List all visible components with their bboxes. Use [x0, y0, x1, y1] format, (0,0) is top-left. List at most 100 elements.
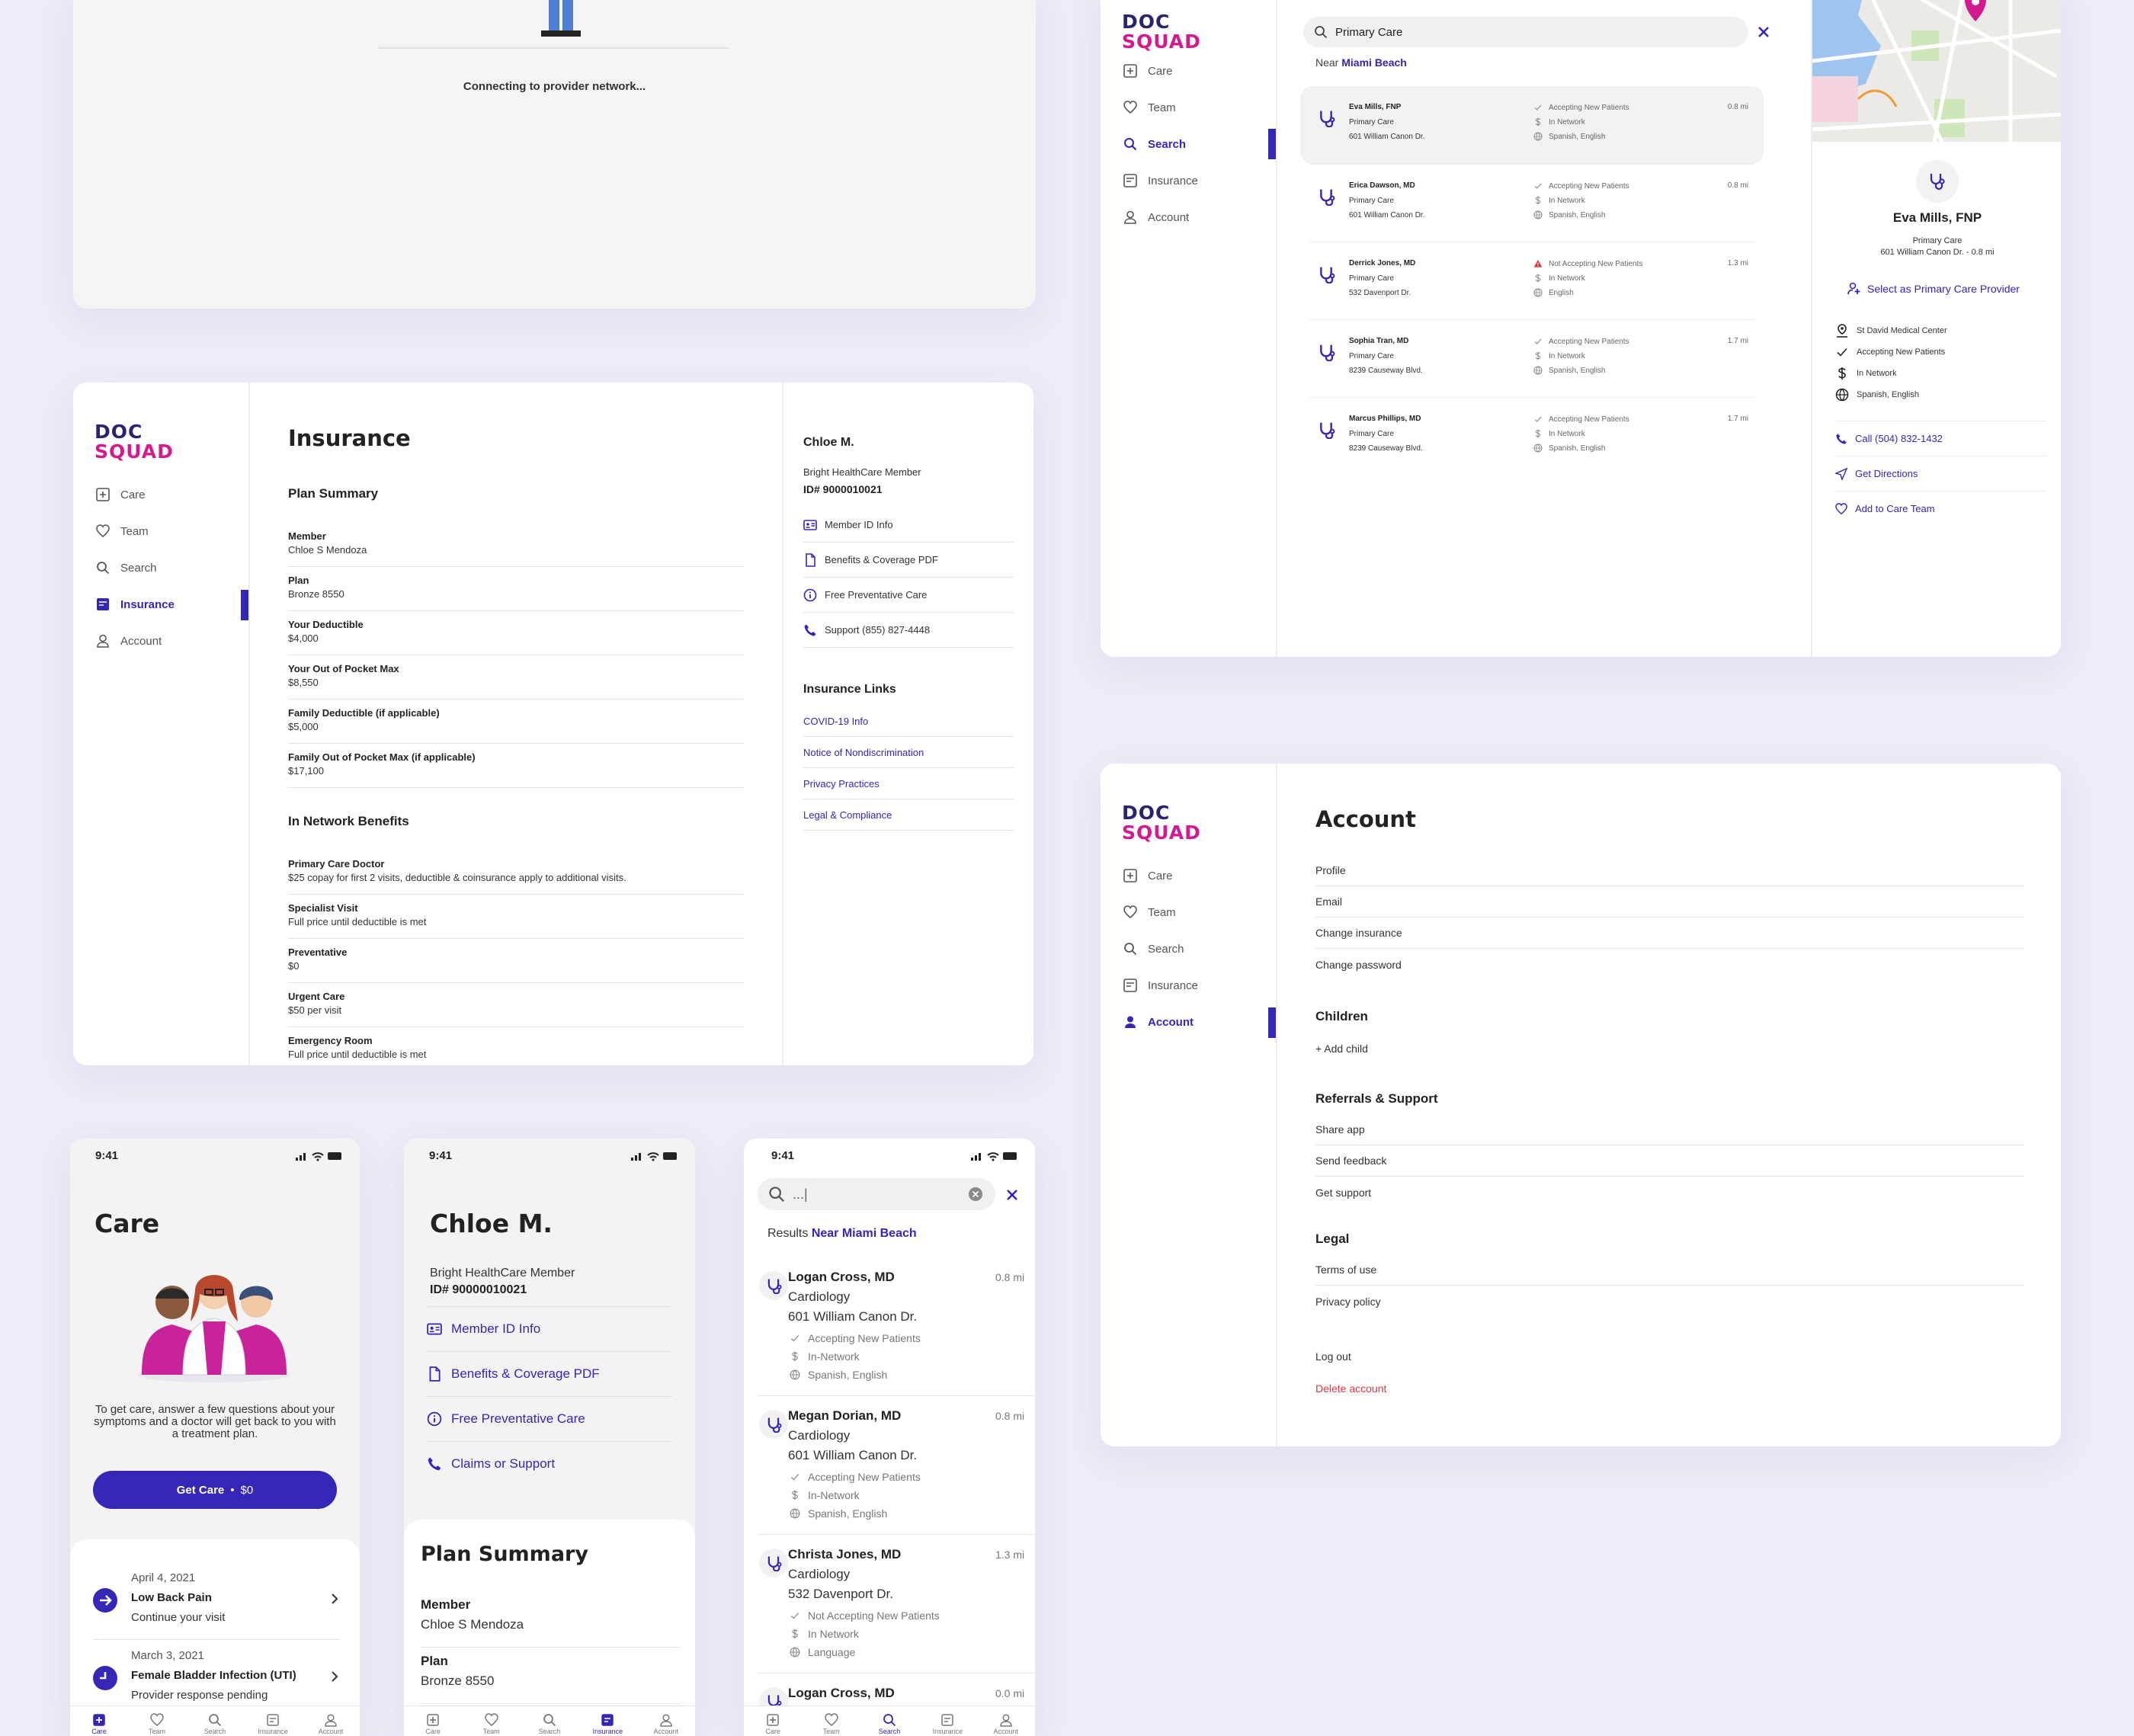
fact-text: English [1549, 288, 1574, 297]
row-value: $4,000 [288, 633, 319, 644]
nav-team[interactable]: Team [1123, 96, 1276, 119]
nav-care[interactable]: Care [96, 483, 248, 506]
member-action-item[interactable]: Claims or Support [427, 1441, 672, 1486]
nav-account[interactable]: Account [1123, 206, 1276, 229]
account-item[interactable]: Terms of use [1315, 1254, 2024, 1286]
member-action-item[interactable]: Member ID Info [427, 1306, 672, 1351]
account-item[interactable]: Send feedback [1315, 1145, 2024, 1177]
close-icon[interactable] [1006, 1189, 1018, 1201]
provider-result-row[interactable]: Eva Mills, FNP Primary Care 601 William Ca… [1300, 86, 1764, 164]
nav-care[interactable]: Care [1123, 59, 1276, 82]
account-item[interactable]: Privacy policy [1315, 1286, 2024, 1317]
tab-care[interactable]: Care [410, 1712, 456, 1735]
account-item[interactable]: Share app [1315, 1114, 2024, 1145]
docsquad-logo[interactable]: DOC SQUAD [1122, 12, 1201, 52]
care-tab-icon [93, 1714, 105, 1726]
provider-action[interactable]: Add to Care Team [1835, 491, 2046, 526]
provider-address: 601 William Canon Dr. [788, 1309, 918, 1324]
children-heading: Children [1315, 1009, 1368, 1023]
member-action-item[interactable]: Member ID Info [803, 508, 1014, 543]
row-value: $0 [288, 960, 300, 972]
row-value: Bronze 8550 [421, 1674, 495, 1688]
get-care-button[interactable]: Get Care • $0 [93, 1471, 337, 1509]
insurance-link[interactable]: COVID-19 Info [803, 706, 1014, 737]
tab-account[interactable]: Account [983, 1712, 1029, 1735]
account-item[interactable]: Change insurance [1315, 918, 2024, 949]
tab-account[interactable]: Account [308, 1712, 354, 1735]
insurance-link[interactable]: Privacy Practices [803, 768, 1014, 799]
docsquad-logo[interactable]: DOC SQUAD [95, 422, 174, 462]
tab-team[interactable]: Team [809, 1712, 854, 1735]
provider-name: Erica Dawson, MD [1349, 181, 1415, 190]
tab-team[interactable]: Team [469, 1712, 514, 1735]
visit-date: April 4, 2021 [131, 1571, 196, 1584]
tab-search[interactable]: Search [192, 1712, 238, 1735]
account-item[interactable]: Change password [1315, 949, 2024, 980]
provider-action[interactable]: Get Directions [1835, 456, 2046, 491]
nav-insurance[interactable]: Insurance [1123, 974, 1276, 997]
tab-search[interactable]: Search [527, 1712, 572, 1735]
nav-account[interactable]: Account [1123, 1011, 1276, 1033]
delete-account-button[interactable]: Delete account [1315, 1382, 1386, 1395]
near-location[interactable]: Near Miami Beach [1315, 56, 1407, 69]
fact-text: In Network [1549, 351, 1585, 360]
insurance-link[interactable]: Legal & Compliance [803, 799, 1014, 831]
row-label: Plan [288, 575, 309, 586]
tab-care[interactable]: Care [76, 1712, 122, 1735]
provider-results: Eva Mills, FNP Primary Care 601 William Ca… [1300, 86, 1764, 475]
provider-result-row[interactable]: Logan Cross, MD Cardiology 601 William Can… [758, 1257, 1035, 1396]
nav-insurance[interactable]: Insurance [1123, 169, 1276, 192]
search-input[interactable]: ...| [758, 1178, 995, 1210]
nav-care[interactable]: Care [1123, 864, 1276, 887]
provider-result-row[interactable]: Megan Dorian, MD Cardiology 601 William Ca… [758, 1396, 1035, 1535]
tab-insurance[interactable]: Insurance [924, 1712, 970, 1735]
nav-team[interactable]: Team [1123, 901, 1276, 924]
tab-search[interactable]: Search [867, 1712, 912, 1735]
clear-icon[interactable] [968, 1187, 983, 1202]
close-icon[interactable] [1758, 26, 1770, 38]
results-location[interactable]: Results Near Miami Beach [767, 1227, 917, 1241]
tab-account[interactable]: Account [643, 1712, 689, 1735]
account-item[interactable]: Email [1315, 886, 2024, 918]
provider-result-row[interactable]: Sophia Tran, MD Primary Care 8239 Causeway… [1309, 319, 1754, 397]
logout-button[interactable]: Log out [1315, 1350, 1351, 1363]
member-action-item[interactable]: Free Preventative Care [803, 578, 1014, 613]
account-item[interactable]: Get support [1315, 1177, 2024, 1208]
check-icon [1533, 337, 1543, 346]
tab-team[interactable]: Team [134, 1712, 180, 1735]
tab-insurance[interactable]: Insurance [250, 1712, 296, 1735]
add-child-button[interactable]: + Add child [1315, 1043, 1368, 1055]
visit-title: Low Back Pain [131, 1591, 212, 1604]
provider-result-row[interactable]: Christa Jones, MD Cardiology 532 Davenport… [758, 1535, 1035, 1674]
nav-search[interactable]: Search [96, 556, 248, 579]
account-item[interactable]: Profile [1315, 855, 2024, 886]
provider-name: Eva Mills, FNP [1349, 103, 1402, 111]
tab-care[interactable]: Care [750, 1712, 796, 1735]
plan-summary-heading: Plan Summary [421, 1542, 588, 1566]
map[interactable] [1812, 0, 2061, 142]
visit-item[interactable]: April 4, 2021 Low Back Pain Continue your … [93, 1562, 340, 1640]
id-card-icon [427, 1321, 442, 1337]
search-bar[interactable]: Primary Care [1303, 17, 1748, 47]
member-action-item[interactable]: Benefits & Coverage PDF [427, 1351, 672, 1396]
provider-action[interactable]: Call (504) 832-1432 [1835, 421, 2046, 456]
provider-result-row[interactable]: Marcus Phillips, MD Primary Care 8239 Caus… [1309, 397, 1754, 475]
nav-insurance[interactable]: Insurance [96, 593, 248, 616]
member-action-item[interactable]: Benefits & Coverage PDF [803, 543, 1014, 578]
nav-search[interactable]: Search [1123, 133, 1276, 155]
tab-label: Search [538, 1728, 561, 1735]
member-action-item[interactable]: Support (855) 827-4448 [803, 613, 1014, 648]
docsquad-logo[interactable]: DOC SQUAD [1122, 803, 1201, 843]
tab-insurance[interactable]: Insurance [585, 1712, 630, 1735]
provider-result-row[interactable]: Erica Dawson, MD Primary Care 601 William … [1309, 164, 1754, 242]
nav-team[interactable]: Team [96, 520, 248, 543]
insurance-link[interactable]: Notice of Nondiscrimination [803, 737, 1014, 768]
provider-result-row[interactable]: Derrick Jones, MD Primary Care 532 Davenpo… [1309, 242, 1754, 319]
insurance-links: COVID-19 Info Notice of Nondiscrimination… [803, 706, 1014, 831]
nav-account[interactable]: Account [96, 629, 248, 652]
team-tab-icon [484, 1713, 498, 1726]
nav-search[interactable]: Search [1123, 937, 1276, 960]
member-action-item[interactable]: Free Preventative Care [427, 1396, 672, 1441]
select-pcp-button[interactable]: Select as Primary Care Provider [1847, 282, 2020, 296]
tab-label: Team [148, 1728, 165, 1735]
